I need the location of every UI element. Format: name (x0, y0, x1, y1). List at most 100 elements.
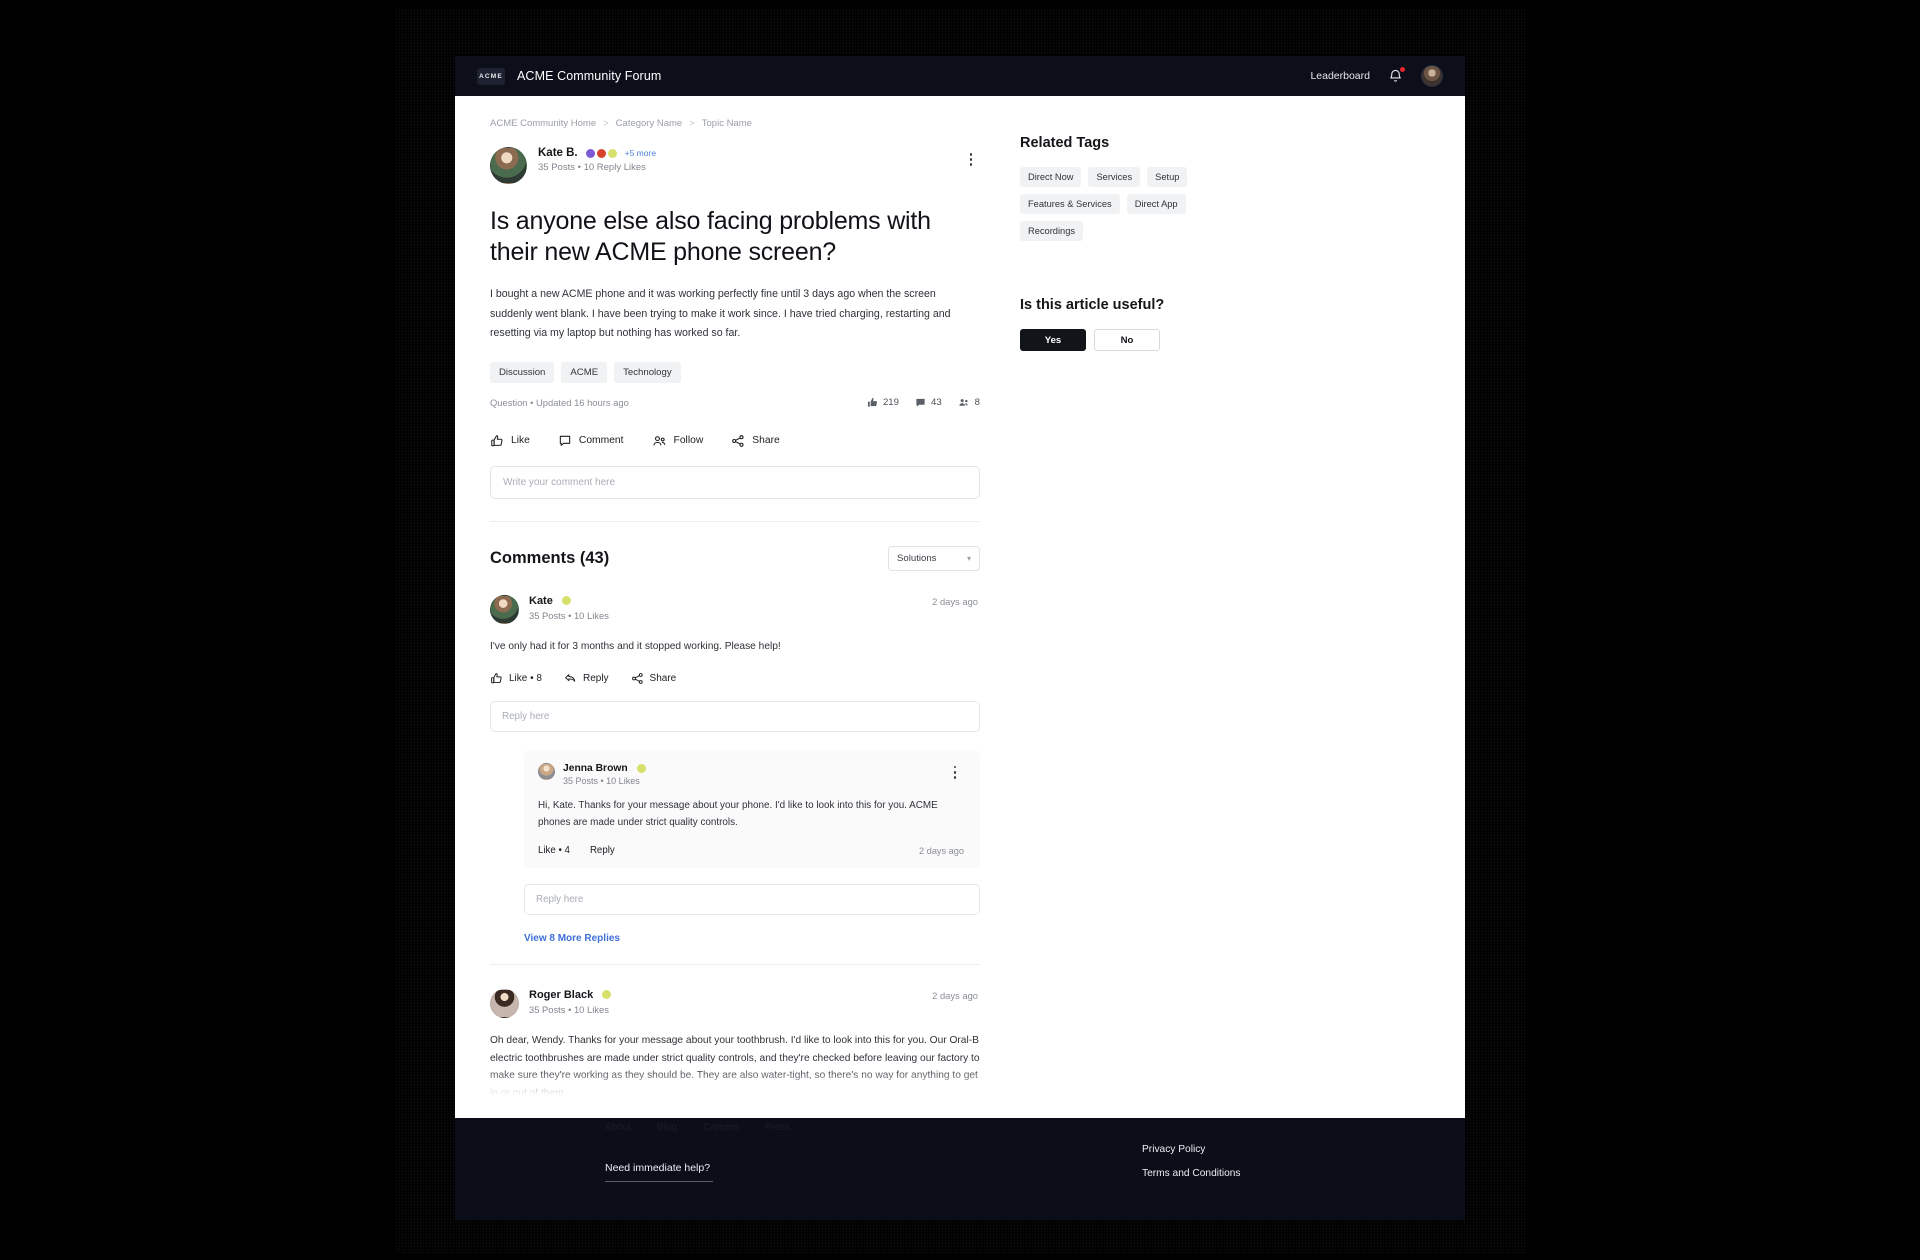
post-meta-text: Question • Updated 16 hours ago (490, 396, 629, 408)
share-button-label: Share (752, 435, 780, 447)
comments-sort-select[interactable]: Solutions ▾ (888, 545, 980, 571)
stat-likes: 219 (867, 397, 899, 408)
avatar[interactable] (538, 762, 555, 780)
share-nodes-icon (631, 672, 643, 684)
footer-terms-link[interactable]: Terms and Conditions (1142, 1168, 1241, 1179)
divider (490, 963, 980, 965)
comment-item: Kate 35 Posts • 10 Likes 2 days ago I've… (490, 594, 980, 965)
footer-faint-link: About (605, 1122, 632, 1133)
nested-reply-timestamp: 2 days ago (919, 845, 964, 856)
share-nodes-icon (732, 434, 744, 447)
badge-lime-icon (561, 596, 571, 606)
useful-no-button[interactable]: No (1094, 329, 1160, 351)
comments-count-title: Comments (43) (490, 548, 610, 567)
footer-faint-link: Press (764, 1122, 791, 1133)
leaderboard-link[interactable]: Leaderboard (1310, 70, 1370, 82)
nested-reply-more-options-icon[interactable] (948, 765, 962, 779)
reply-arrow-icon (565, 673, 576, 682)
post-tag[interactable]: ACME (561, 361, 608, 383)
related-tag[interactable]: Setup (1147, 167, 1188, 187)
thumbs-up-icon (491, 435, 503, 446)
post-author-stats: 35 Posts • 10 Reply Likes (538, 162, 646, 173)
nested-reply-action-bar: Like • 4 Reply 2 days ago (538, 845, 966, 856)
comment-bubble-icon (916, 398, 925, 407)
chevron-down-icon: ▾ (966, 553, 971, 563)
comment-item: Roger Black 35 Posts • 10 Likes 2 days a… (490, 988, 980, 1103)
comment-like-button[interactable]: Like • 8 (490, 672, 542, 685)
comment-timestamp: 2 days ago (932, 989, 978, 1001)
avatar[interactable] (490, 988, 519, 1018)
follow-button[interactable]: Follow (652, 434, 703, 448)
badges-more-link[interactable]: +5 more (625, 148, 656, 158)
comment-reply-button[interactable]: Reply (564, 672, 609, 685)
stat-comments-value: 43 (930, 396, 942, 408)
footer-need-help-link[interactable]: Need immediate help? (605, 1162, 713, 1182)
nested-reply-like-button[interactable]: Like • 4 (538, 845, 570, 856)
notification-badge (1399, 66, 1406, 73)
share-button[interactable]: Share (731, 434, 780, 448)
breadcrumb-item-topic[interactable]: Topic Name (702, 118, 752, 129)
post-body-text: I bought a new ACME phone and it was wor… (490, 288, 951, 340)
useful-yes-button[interactable]: Yes (1020, 329, 1086, 351)
like-button[interactable]: Like (490, 434, 530, 448)
page-content: ACME Community Home > Category Name > To… (455, 96, 1465, 1116)
stat-followers-value: 8 (974, 396, 980, 408)
avatar[interactable] (490, 147, 527, 184)
view-more-replies-link[interactable]: View 8 More Replies (524, 933, 980, 944)
comments-header: Comments (43) Solutions ▾ (490, 545, 980, 571)
nested-reply-input[interactable] (524, 883, 980, 915)
breadcrumb-item-home[interactable]: ACME Community Home (490, 118, 596, 129)
comment-header: Roger Black 35 Posts • 10 Likes 2 days a… (490, 988, 980, 1018)
comment-timestamp: 2 days ago (932, 595, 978, 607)
post-author-row: Kate B. +5 more 35 Posts • 10 Reply Like… (490, 147, 980, 184)
site-footer: About Blog Careers Press Need immediate … (455, 1116, 1465, 1220)
comment-author-name[interactable]: Kate (529, 595, 553, 607)
footer-faint-links: About Blog Careers Press (605, 1122, 790, 1133)
post-tag[interactable]: Discussion (490, 361, 555, 383)
brand[interactable]: ACME ACME Community Forum (477, 67, 661, 85)
top-navigation-bar: ACME ACME Community Forum Leaderboard (455, 56, 1465, 96)
footer-faint-link: Blog (657, 1122, 678, 1133)
people-icon (653, 435, 665, 446)
thumbs-up-icon (491, 672, 502, 683)
post-author-name[interactable]: Kate B. (538, 147, 578, 159)
comment-author-name[interactable]: Roger Black (529, 989, 593, 1001)
related-tag[interactable]: Services (1088, 167, 1141, 187)
related-tag[interactable]: Recordings (1020, 221, 1084, 241)
comment-header: Kate 35 Posts • 10 Likes 2 days ago (490, 594, 980, 624)
comment-share-button[interactable]: Share (631, 672, 677, 685)
avatar[interactable] (1421, 65, 1443, 87)
write-comment-input[interactable] (490, 465, 980, 499)
post-tag[interactable]: Technology (614, 361, 681, 383)
footer-legal-links: Privacy Policy Terms and Conditions (1142, 1144, 1241, 1192)
nested-reply-header: Jenna Brown 35 Posts • 10 Likes (538, 762, 966, 786)
nested-reply-reply-button[interactable]: Reply (590, 845, 615, 856)
breadcrumb-item-category[interactable]: Category Name (616, 118, 683, 129)
avatar[interactable] (490, 594, 519, 624)
related-tag[interactable]: Direct App (1126, 194, 1186, 214)
post-stats: 219 43 8 (867, 397, 980, 408)
notifications-button[interactable] (1388, 66, 1406, 84)
reply-input[interactable] (490, 700, 980, 732)
comment-author-stats: 35 Posts • 10 Likes (529, 609, 609, 621)
related-tags-title: Related Tags (1020, 135, 1110, 151)
nested-reply-author-name[interactable]: Jenna Brown (563, 763, 628, 774)
comment-body-text: I've only had it for 3 months and it sto… (490, 640, 781, 652)
related-tag[interactable]: Direct Now (1020, 167, 1082, 187)
comment-button[interactable]: Comment (558, 434, 624, 448)
stat-likes-value: 219 (882, 396, 899, 408)
footer-privacy-policy-link[interactable]: Privacy Policy (1142, 1144, 1241, 1155)
post-more-options-icon[interactable] (964, 153, 978, 167)
desktop-backdrop: About Blog Careers Press Need immediate … (0, 0, 1920, 1260)
footer-faint-link: Careers (703, 1122, 739, 1133)
stat-comments: 43 (915, 397, 942, 408)
comment-action-bar: Like • 8 Reply Share (490, 672, 980, 685)
article-useful-buttons: Yes No (1020, 329, 1350, 351)
top-navigation-right: Leaderboard (1310, 65, 1443, 87)
nested-reply: Jenna Brown 35 Posts • 10 Likes Hi, Kate… (524, 749, 980, 868)
related-tag[interactable]: Features & Services (1020, 194, 1120, 214)
comments-sort-value: Solutions (897, 552, 937, 564)
comment-share-label: Share (649, 672, 677, 684)
acme-logo-icon: ACME (477, 67, 505, 85)
post-author-meta: Kate B. +5 more 35 Posts • 10 Reply Like… (538, 147, 656, 173)
